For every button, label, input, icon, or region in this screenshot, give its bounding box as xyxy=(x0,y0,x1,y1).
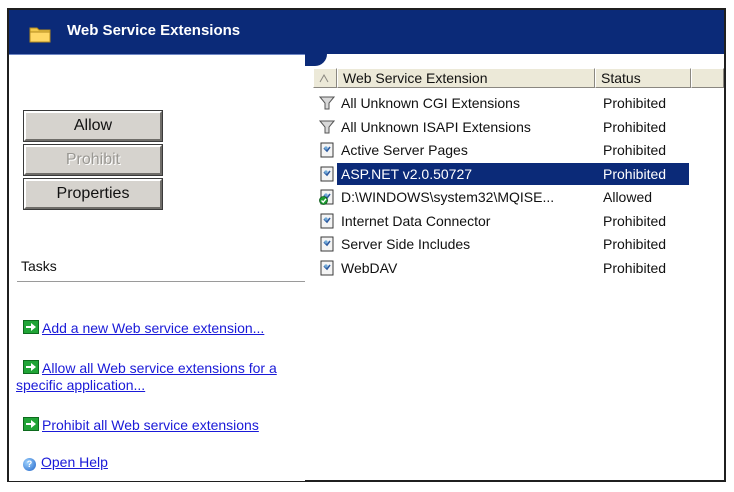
web-service-extensions-window: Web Service Extensions Allow Prohibit Pr… xyxy=(7,8,726,482)
properties-button[interactable]: Properties xyxy=(23,178,163,210)
extension-name: WebDAV xyxy=(341,259,398,276)
table-row[interactable]: All Unknown ISAPI Extensions Prohibited xyxy=(313,116,693,138)
allowed-extension-icon xyxy=(319,189,334,205)
table-row[interactable]: D:\WINDOWS\system32\MQISE... Allowed xyxy=(313,186,693,208)
extension-name: All Unknown CGI Extensions xyxy=(341,95,520,111)
allow-all-for-application-link[interactable]: Allow all Web service extensions for a s… xyxy=(16,360,277,394)
right-panel: Web Service Extension Status All Unknown… xyxy=(305,54,724,480)
filter-icon xyxy=(319,120,335,133)
table-row[interactable]: WebDAV Prohibited xyxy=(313,257,693,279)
sort-column-header[interactable] xyxy=(313,68,337,88)
extension-icon xyxy=(320,213,334,228)
extension-status: Prohibited xyxy=(603,118,667,135)
sort-arrow-icon xyxy=(319,73,329,83)
extension-name: Active Server Pages xyxy=(341,142,468,158)
extension-name: All Unknown ISAPI Extensions xyxy=(341,118,531,135)
extension-status: Prohibited xyxy=(603,165,667,182)
extension-status: Prohibited xyxy=(603,259,667,276)
extension-name: D:\WINDOWS\system32\MQISE... xyxy=(341,189,555,205)
green-arrow-icon xyxy=(23,417,39,431)
prohibit-button[interactable]: Prohibit xyxy=(23,144,163,176)
extension-status: Prohibited xyxy=(603,142,667,158)
tasks-heading: Tasks xyxy=(21,258,57,274)
table-row[interactable]: ASP.NET v2.0.50727 Prohibited xyxy=(313,162,693,185)
prohibit-all-link[interactable]: Prohibit all Web service extensions xyxy=(23,417,259,434)
column-header-status[interactable]: Status xyxy=(595,68,691,88)
extension-icon xyxy=(320,260,334,275)
extension-icon xyxy=(320,236,334,252)
table-row[interactable]: Server Side Includes Prohibited xyxy=(313,233,693,255)
table-row[interactable]: Active Server Pages Prohibited xyxy=(313,139,693,161)
extension-status: Prohibited xyxy=(603,236,667,252)
extensions-list: Web Service Extension Status All Unknown… xyxy=(313,68,724,276)
left-panel: Allow Prohibit Properties Tasks Add a ne… xyxy=(9,54,305,481)
help-icon: ? xyxy=(23,458,36,471)
add-extension-link[interactable]: Add a new Web service extension... xyxy=(23,320,264,337)
extension-status: Prohibited xyxy=(603,212,667,229)
extension-name: Internet Data Connector xyxy=(341,212,491,229)
allow-button[interactable]: Allow xyxy=(23,110,163,142)
prohibit-all-label: Prohibit all Web service extensions xyxy=(42,417,259,433)
filter-icon xyxy=(319,96,335,110)
extension-name: Server Side Includes xyxy=(341,236,471,252)
open-help-link[interactable]: ? Open Help xyxy=(23,454,108,471)
green-arrow-icon xyxy=(23,360,39,374)
folder-icon xyxy=(29,27,51,43)
title-bar: Web Service Extensions xyxy=(9,10,724,54)
extension-status: Allowed xyxy=(603,189,653,205)
extension-name: ASP.NET v2.0.50727 xyxy=(341,165,473,182)
extension-icon xyxy=(320,142,334,158)
column-header-extension[interactable]: Web Service Extension xyxy=(337,68,595,88)
column-header-empty xyxy=(691,68,724,88)
green-arrow-icon xyxy=(23,320,39,334)
tasks-divider xyxy=(17,281,305,282)
allow-all-label-line2: specific application... xyxy=(16,377,146,393)
allow-all-label-line1: Allow all Web service extensions for a xyxy=(42,360,277,376)
add-extension-label: Add a new Web service extension... xyxy=(42,320,265,336)
list-header: Web Service Extension Status xyxy=(313,68,724,90)
table-row[interactable]: All Unknown CGI Extensions Prohibited xyxy=(313,92,693,114)
extension-icon xyxy=(320,166,334,181)
extension-status: Prohibited xyxy=(603,95,667,111)
window-title: Web Service Extensions xyxy=(67,22,241,39)
table-row[interactable]: Internet Data Connector Prohibited xyxy=(313,210,693,232)
open-help-label: Open Help xyxy=(41,454,108,470)
